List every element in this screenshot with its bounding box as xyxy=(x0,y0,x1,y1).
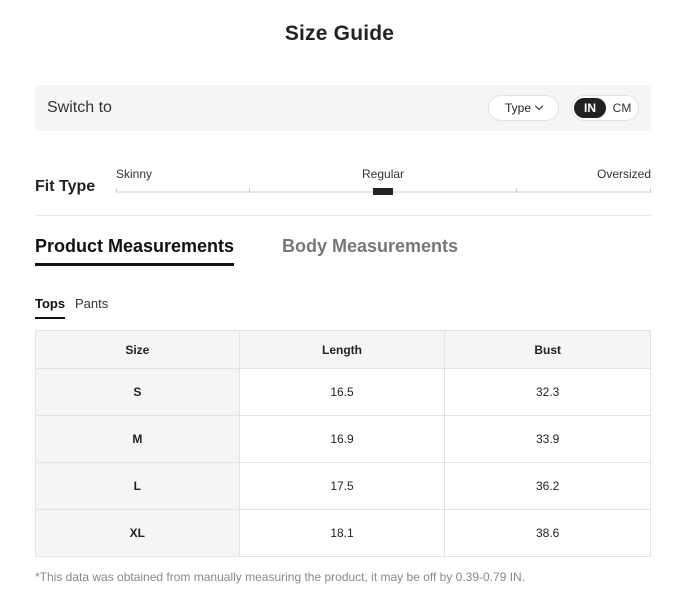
bust-cell: 36.2 xyxy=(444,462,651,510)
size-cell: L xyxy=(35,462,240,510)
fit-scale-tick xyxy=(516,188,517,193)
size-cell: M xyxy=(35,415,240,463)
subtab-pants[interactable]: Pants xyxy=(75,296,108,311)
size-cell: S xyxy=(35,368,240,416)
bust-cell: 32.3 xyxy=(444,368,651,416)
length-cell: 18.1 xyxy=(238,509,446,557)
fit-type-title: Fit Type xyxy=(35,178,96,195)
table-header-row: Size Length Bust xyxy=(35,330,651,369)
fit-scale-tick xyxy=(249,188,250,193)
size-table: Size Length Bust S 16.5 32.3 M 16.9 33.9… xyxy=(35,330,651,557)
page-title: Size Guide xyxy=(284,22,395,45)
type-dropdown-label: Type xyxy=(504,101,531,115)
bust-cell: 38.6 xyxy=(444,509,651,557)
chevron-down-icon xyxy=(534,101,544,111)
bust-cell: 33.9 xyxy=(444,415,651,463)
unit-switch-bar: Switch to Type IN CM xyxy=(35,85,651,131)
fit-label-regular: Regular xyxy=(362,167,405,181)
tab-product-measurements[interactable]: Product Measurements xyxy=(35,236,235,266)
length-cell: 16.5 xyxy=(238,368,446,416)
fit-type-marker xyxy=(373,188,393,195)
table-row: L 17.5 36.2 xyxy=(35,462,651,510)
tab-body-measurements[interactable]: Body Measurements xyxy=(282,236,458,257)
size-cell: XL xyxy=(35,509,240,557)
measurement-disclaimer: *This data was obtained from manually me… xyxy=(35,570,526,584)
length-cell: 17.5 xyxy=(238,462,446,510)
fit-label-skinny: Skinny xyxy=(116,167,153,181)
unit-in-button[interactable]: IN xyxy=(574,98,606,118)
section-divider xyxy=(35,215,651,216)
header-length: Length xyxy=(238,330,446,369)
header-bust: Bust xyxy=(444,330,651,369)
subtab-tops[interactable]: Tops xyxy=(35,296,66,319)
header-size: Size xyxy=(35,330,240,369)
fit-label-oversized: Oversized xyxy=(597,167,652,181)
table-row: XL 18.1 38.6 xyxy=(35,509,651,557)
type-dropdown[interactable]: Type xyxy=(488,95,559,121)
fit-scale-tick xyxy=(650,188,651,193)
fit-scale-tick xyxy=(116,188,117,193)
table-row: S 16.5 32.3 xyxy=(35,368,651,416)
unit-toggle: IN CM xyxy=(571,95,639,121)
unit-cm-button[interactable]: CM xyxy=(608,98,636,118)
length-cell: 16.9 xyxy=(238,415,446,463)
switch-to-label: Switch to xyxy=(47,99,112,116)
table-row: M 16.9 33.9 xyxy=(35,415,651,463)
